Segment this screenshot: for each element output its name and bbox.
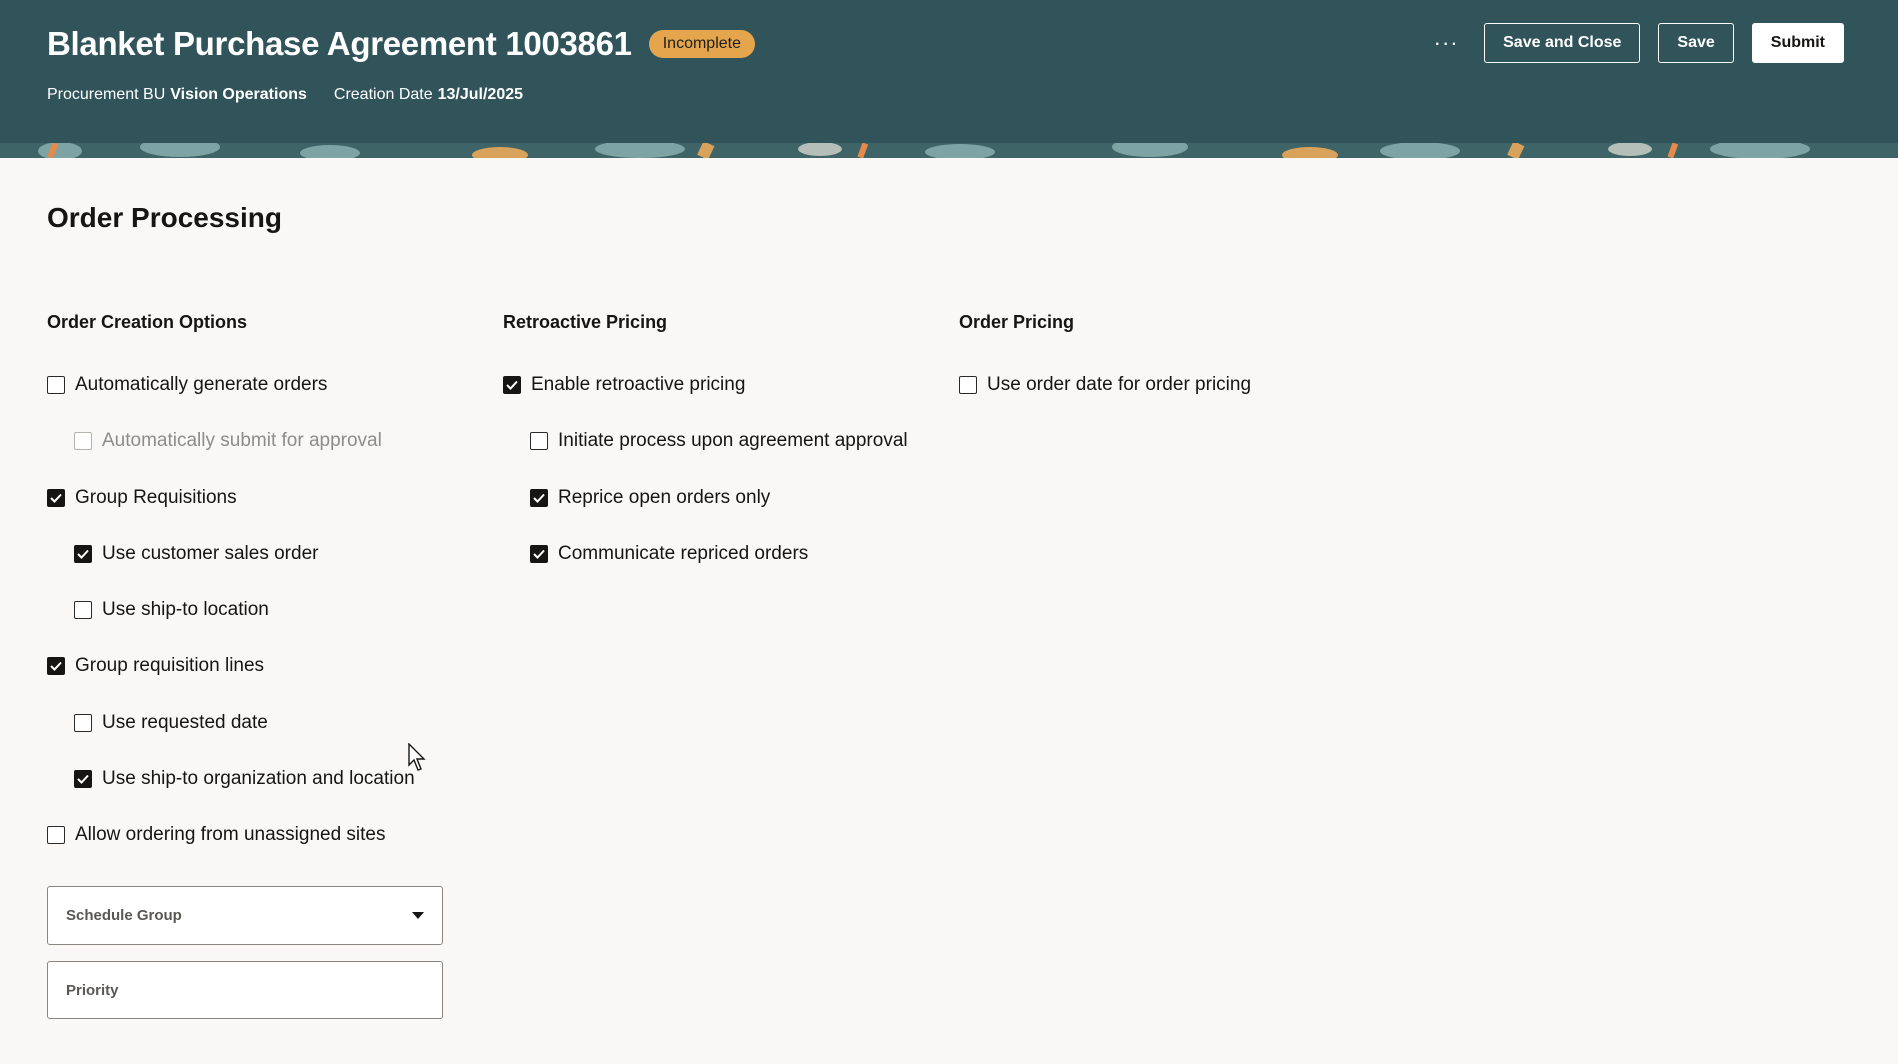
auto-submit-approval-label: Automatically submit for approval bbox=[102, 430, 382, 451]
initiate-on-approval-label: Initiate process upon agreement approval bbox=[558, 430, 908, 451]
save-and-close-button[interactable]: Save and Close bbox=[1484, 23, 1641, 63]
enable-retroactive-pricing-checkbox[interactable] bbox=[503, 376, 521, 394]
use-order-date-pricing-checkbox[interactable] bbox=[959, 376, 977, 394]
priority-label: Priority bbox=[66, 981, 119, 999]
group-requisition-lines-option[interactable]: Group requisition lines bbox=[47, 655, 264, 677]
header-meta: Procurement BU Vision Operations Creation… bbox=[47, 86, 523, 104]
use-customer-sales-order-checkbox[interactable] bbox=[74, 545, 92, 563]
check-icon bbox=[50, 493, 62, 503]
use-customer-sales-order-option[interactable]: Use customer sales order bbox=[74, 543, 318, 565]
reprice-open-orders-option[interactable]: Reprice open orders only bbox=[530, 487, 770, 509]
creation-date-label: Creation Date bbox=[333, 86, 433, 103]
order-creation-column: Order Creation Options bbox=[47, 312, 247, 336]
group-requisitions-option[interactable]: Group Requisitions bbox=[47, 487, 237, 509]
use-customer-sales-order-label: Use customer sales order bbox=[102, 543, 319, 564]
retroactive-pricing-column: Retroactive Pricing bbox=[503, 312, 667, 336]
creation-date: Creation Date 13/Jul/2025 bbox=[334, 86, 523, 104]
procurement-bu-value: Vision Operations bbox=[170, 86, 307, 103]
auto-submit-approval-checkbox bbox=[74, 432, 92, 450]
use-order-date-pricing-option[interactable]: Use order date for order pricing bbox=[959, 374, 1251, 396]
use-ship-to-org-location-label: Use ship-to organization and location bbox=[102, 768, 415, 789]
group-requisition-lines-checkbox[interactable] bbox=[47, 657, 65, 675]
schedule-group-select[interactable]: Schedule Group bbox=[47, 886, 443, 945]
mouse-cursor-icon bbox=[408, 743, 426, 771]
use-ship-to-org-location-checkbox[interactable] bbox=[74, 770, 92, 788]
communicate-repriced-orders-label: Communicate repriced orders bbox=[558, 543, 809, 564]
ellipsis-icon: ··· bbox=[1433, 30, 1459, 55]
order-pricing-column: Order Pricing bbox=[959, 312, 1074, 336]
priority-input[interactable]: Priority bbox=[47, 961, 443, 1019]
decorative-banner bbox=[0, 143, 1898, 158]
use-requested-date-option[interactable]: Use requested date bbox=[74, 712, 268, 734]
save-button[interactable]: Save bbox=[1658, 23, 1734, 63]
check-icon bbox=[77, 774, 89, 784]
section-title: Order Processing bbox=[47, 202, 282, 233]
initiate-on-approval-option[interactable]: Initiate process upon agreement approval bbox=[530, 430, 908, 452]
procurement-bu-label: Procurement BU bbox=[47, 86, 166, 103]
group-requisitions-checkbox[interactable] bbox=[47, 489, 65, 507]
retroactive-pricing-title: Retroactive Pricing bbox=[503, 312, 668, 332]
use-requested-date-label: Use requested date bbox=[102, 712, 268, 733]
reprice-open-orders-label: Reprice open orders only bbox=[558, 487, 771, 508]
allow-unassigned-sites-checkbox[interactable] bbox=[47, 826, 65, 844]
check-icon bbox=[50, 661, 62, 671]
auto-generate-orders-option[interactable]: Automatically generate orders bbox=[47, 374, 327, 396]
status-badge: Incomplete bbox=[648, 30, 755, 58]
page-header: Blanket Purchase Agreement 1003861 Incom… bbox=[0, 0, 1898, 143]
banner-pattern-icon bbox=[0, 143, 1898, 158]
order-pricing-title: Order Pricing bbox=[959, 312, 1075, 332]
use-requested-date-checkbox[interactable] bbox=[74, 714, 92, 732]
order-creation-title: Order Creation Options bbox=[47, 312, 248, 332]
submit-button[interactable]: Submit bbox=[1751, 23, 1844, 63]
chevron-down-icon bbox=[412, 912, 424, 919]
schedule-group-label: Schedule Group bbox=[66, 907, 182, 924]
use-order-date-pricing-label: Use order date for order pricing bbox=[987, 374, 1252, 395]
group-requisitions-label: Group Requisitions bbox=[75, 487, 237, 508]
communicate-repriced-orders-checkbox[interactable] bbox=[530, 545, 548, 563]
auto-submit-approval-option: Automatically submit for approval bbox=[74, 430, 382, 452]
check-icon bbox=[533, 549, 545, 559]
check-icon bbox=[77, 549, 89, 559]
use-ship-to-location-checkbox[interactable] bbox=[74, 601, 92, 619]
group-requisition-lines-label: Group requisition lines bbox=[75, 655, 265, 676]
auto-generate-orders-label: Automatically generate orders bbox=[75, 374, 328, 395]
allow-unassigned-sites-option[interactable]: Allow ordering from unassigned sites bbox=[47, 824, 386, 846]
use-ship-to-location-label: Use ship-to location bbox=[102, 599, 269, 620]
enable-retroactive-pricing-label: Enable retroactive pricing bbox=[531, 374, 746, 395]
creation-date-value: 13/Jul/2025 bbox=[437, 86, 524, 103]
check-icon bbox=[533, 493, 545, 503]
use-ship-to-org-location-option[interactable]: Use ship-to organization and location bbox=[74, 768, 415, 790]
reprice-open-orders-checkbox[interactable] bbox=[530, 489, 548, 507]
initiate-on-approval-checkbox[interactable] bbox=[530, 432, 548, 450]
more-actions-button[interactable]: ··· bbox=[1426, 23, 1466, 63]
enable-retroactive-pricing-option[interactable]: Enable retroactive pricing bbox=[503, 374, 745, 396]
auto-generate-orders-checkbox[interactable] bbox=[47, 376, 65, 394]
check-icon bbox=[506, 380, 518, 390]
page-title: Blanket Purchase Agreement 1003861 bbox=[47, 25, 632, 62]
procurement-bu: Procurement BU Vision Operations bbox=[47, 86, 307, 104]
use-ship-to-location-option[interactable]: Use ship-to location bbox=[74, 599, 269, 621]
allow-unassigned-sites-label: Allow ordering from unassigned sites bbox=[75, 824, 386, 845]
communicate-repriced-orders-option[interactable]: Communicate repriced orders bbox=[530, 543, 808, 565]
title-row: Blanket Purchase Agreement 1003861 Incom… bbox=[47, 22, 755, 66]
header-actions: ··· Save and Close Save Submit bbox=[1426, 23, 1844, 63]
